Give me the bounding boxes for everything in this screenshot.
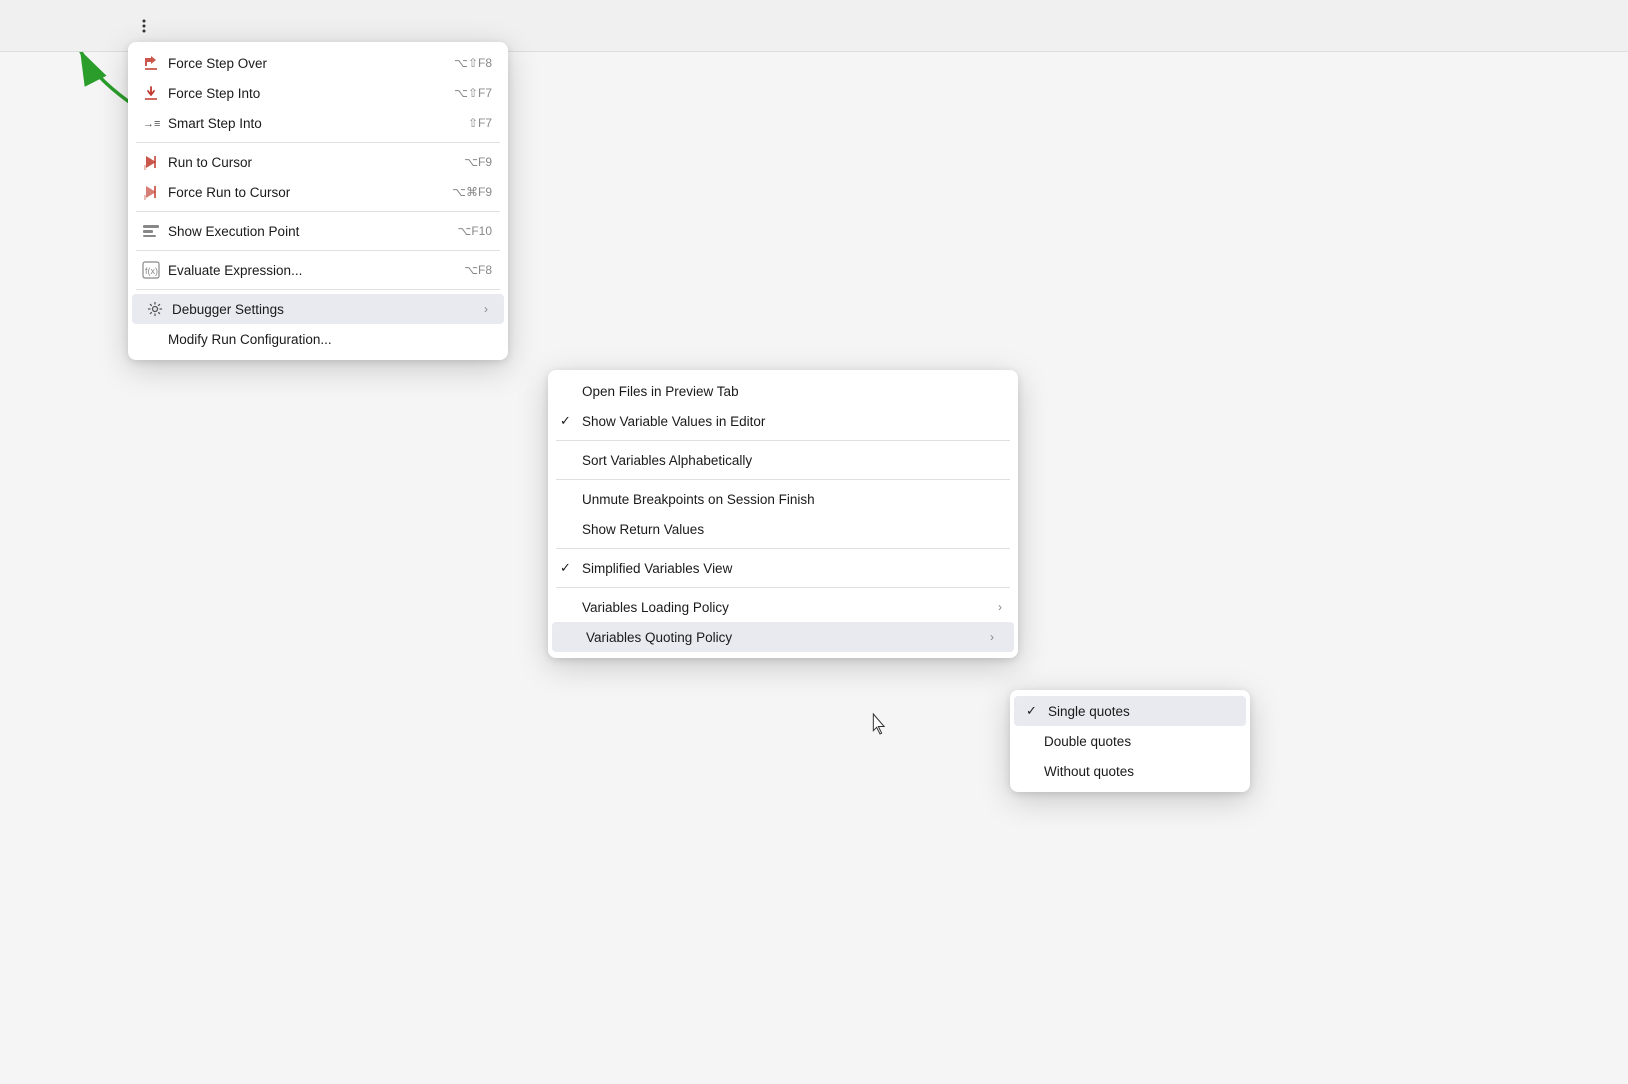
separator-2 bbox=[136, 211, 500, 212]
menu-item-modify-run-config[interactable]: Modify Run Configuration... bbox=[128, 324, 508, 354]
variables-loading-policy-arrow: › bbox=[998, 600, 1002, 614]
double-quotes-check bbox=[1022, 734, 1040, 749]
menu-item-variables-quoting-policy[interactable]: Variables Quoting Policy › bbox=[552, 622, 1014, 652]
menu-item-show-variable-values[interactable]: ✓ Show Variable Values in Editor bbox=[548, 406, 1018, 436]
evaluate-expression-icon: f(x) bbox=[140, 261, 162, 279]
menu-item-single-quotes[interactable]: ✓ Single quotes bbox=[1014, 696, 1246, 726]
force-run-to-cursor-icon: I bbox=[140, 183, 162, 201]
unmute-breakpoints-check bbox=[560, 492, 578, 507]
svg-text:I: I bbox=[144, 195, 146, 201]
menu-item-double-quotes[interactable]: Double quotes bbox=[1010, 726, 1250, 756]
force-run-to-cursor-label: Force Run to Cursor bbox=[168, 185, 436, 200]
debugger-settings-arrow: › bbox=[484, 302, 488, 316]
show-variable-values-label: Show Variable Values in Editor bbox=[582, 414, 1002, 429]
menu-item-unmute-breakpoints[interactable]: Unmute Breakpoints on Session Finish bbox=[548, 484, 1018, 514]
menu-item-evaluate-expression[interactable]: f(x) Evaluate Expression... ⌥F8 bbox=[128, 255, 508, 285]
open-files-preview-label: Open Files in Preview Tab bbox=[582, 384, 1002, 399]
menu-item-force-step-into[interactable]: Force Step Into ⌥⇧F7 bbox=[128, 78, 508, 108]
show-return-values-label: Show Return Values bbox=[582, 522, 1002, 537]
force-step-over-label: Force Step Over bbox=[168, 56, 438, 71]
menu-item-show-return-values[interactable]: Show Return Values bbox=[548, 514, 1018, 544]
double-quotes-label: Double quotes bbox=[1044, 734, 1234, 749]
separator-4 bbox=[136, 289, 500, 290]
variables-quoting-policy-arrow: › bbox=[990, 630, 994, 644]
more-options-button[interactable] bbox=[128, 10, 160, 42]
open-files-check bbox=[560, 384, 578, 399]
single-quotes-label: Single quotes bbox=[1048, 704, 1230, 719]
modify-run-config-label: Modify Run Configuration... bbox=[168, 332, 492, 347]
variables-loading-policy-check bbox=[560, 600, 578, 615]
sort-variables-label: Sort Variables Alphabetically bbox=[582, 453, 1002, 468]
menu-item-sort-variables[interactable]: Sort Variables Alphabetically bbox=[548, 445, 1018, 475]
force-step-over-shortcut: ⌥⇧F8 bbox=[454, 56, 492, 70]
debugger-settings-submenu: Open Files in Preview Tab ✓ Show Variabl… bbox=[548, 370, 1018, 658]
secondary-separator-4 bbox=[556, 587, 1010, 588]
force-run-to-cursor-shortcut: ⌥⌘F9 bbox=[452, 185, 492, 199]
secondary-separator-3 bbox=[556, 548, 1010, 549]
unmute-breakpoints-label: Unmute Breakpoints on Session Finish bbox=[582, 492, 1002, 507]
without-quotes-check bbox=[1022, 764, 1040, 779]
debugger-settings-label: Debugger Settings bbox=[172, 302, 476, 317]
run-to-cursor-shortcut: ⌥F9 bbox=[464, 155, 492, 169]
evaluate-expression-shortcut: ⌥F8 bbox=[464, 263, 492, 277]
menu-item-variables-loading-policy[interactable]: Variables Loading Policy › bbox=[548, 592, 1018, 622]
single-quotes-check: ✓ bbox=[1026, 703, 1044, 719]
separator-1 bbox=[136, 142, 500, 143]
smart-step-into-label: Smart Step Into bbox=[168, 116, 452, 131]
force-step-into-shortcut: ⌥⇧F7 bbox=[454, 86, 492, 100]
show-execution-point-shortcut: ⌥F10 bbox=[457, 224, 492, 238]
secondary-separator-1 bbox=[556, 440, 1010, 441]
menu-item-show-execution-point[interactable]: Show Execution Point ⌥F10 bbox=[128, 216, 508, 246]
evaluate-expression-label: Evaluate Expression... bbox=[168, 263, 448, 278]
menu-item-force-run-to-cursor[interactable]: I Force Run to Cursor ⌥⌘F9 bbox=[128, 177, 508, 207]
simplified-variables-check: ✓ bbox=[560, 560, 578, 576]
variables-quoting-policy-submenu: ✓ Single quotes Double quotes Without qu… bbox=[1010, 690, 1250, 792]
menu-item-debugger-settings[interactable]: Debugger Settings › bbox=[132, 294, 504, 324]
sort-variables-check bbox=[560, 453, 578, 468]
menu-item-run-to-cursor[interactable]: I Run to Cursor ⌥F9 bbox=[128, 147, 508, 177]
force-step-into-label: Force Step Into bbox=[168, 86, 438, 101]
menu-item-open-files-preview[interactable]: Open Files in Preview Tab bbox=[548, 376, 1018, 406]
force-step-over-icon bbox=[140, 54, 162, 72]
show-execution-point-label: Show Execution Point bbox=[168, 224, 441, 239]
variables-quoting-policy-label: Variables Quoting Policy bbox=[586, 630, 982, 645]
svg-text:f(x): f(x) bbox=[145, 266, 158, 276]
force-step-into-icon bbox=[140, 84, 162, 102]
separator-3 bbox=[136, 250, 500, 251]
run-to-cursor-icon: I bbox=[140, 153, 162, 171]
gear-icon bbox=[144, 301, 166, 317]
variables-quoting-policy-check bbox=[564, 630, 582, 645]
simplified-variables-label: Simplified Variables View bbox=[582, 561, 1002, 576]
secondary-separator-2 bbox=[556, 479, 1010, 480]
menu-item-force-step-over[interactable]: Force Step Over ⌥⇧F8 bbox=[128, 48, 508, 78]
run-to-cursor-label: Run to Cursor bbox=[168, 155, 448, 170]
menu-item-simplified-variables[interactable]: ✓ Simplified Variables View bbox=[548, 553, 1018, 583]
smart-step-into-shortcut: ⇧F7 bbox=[468, 116, 492, 130]
primary-context-menu: Force Step Over ⌥⇧F8 Force Step Into ⌥⇧F… bbox=[128, 42, 508, 360]
smart-step-into-icon: →≡ bbox=[140, 114, 162, 132]
variables-loading-policy-label: Variables Loading Policy bbox=[582, 600, 990, 615]
show-return-values-check bbox=[560, 522, 578, 537]
svg-text:I: I bbox=[144, 165, 146, 171]
menu-item-smart-step-into[interactable]: →≡ Smart Step Into ⇧F7 bbox=[128, 108, 508, 138]
menu-item-without-quotes[interactable]: Without quotes bbox=[1010, 756, 1250, 786]
show-execution-point-icon bbox=[140, 224, 162, 238]
without-quotes-label: Without quotes bbox=[1044, 764, 1234, 779]
svg-text:→≡: →≡ bbox=[143, 118, 160, 130]
show-variable-values-check: ✓ bbox=[560, 413, 578, 429]
